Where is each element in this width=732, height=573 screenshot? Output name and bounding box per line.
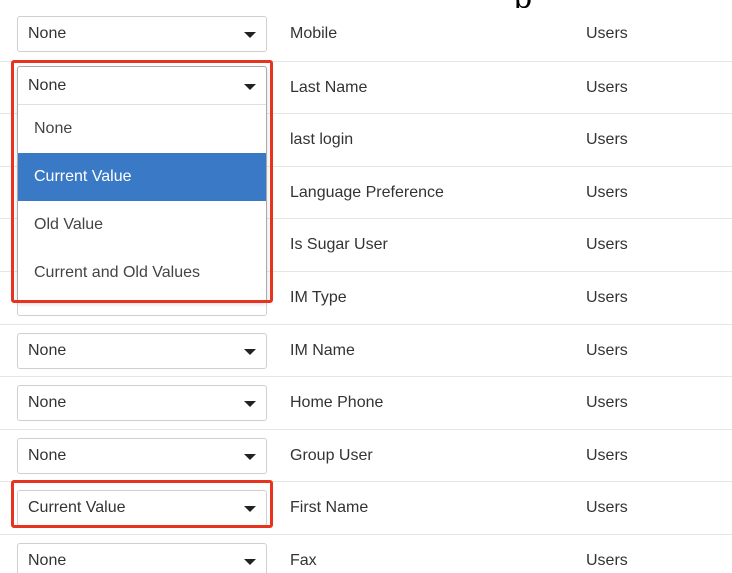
audit-select[interactable]: None [17, 437, 267, 474]
dropdown-header[interactable]: None [18, 67, 266, 105]
field-name: Group User [290, 446, 373, 464]
audit-select[interactable]: None [17, 332, 267, 369]
dropdown-option-active[interactable]: Current Value [18, 153, 266, 201]
audit-select[interactable]: None [17, 16, 267, 52]
module-name: Users [586, 551, 628, 569]
table-row: Current Value First Name Users [0, 481, 732, 534]
table-row: None Mobile Users [0, 8, 732, 61]
dropdown-selected-value: None [28, 77, 67, 94]
module-name: Users [586, 499, 628, 517]
dropdown-option[interactable]: Old Value [18, 201, 266, 249]
table-row: None Fax Users [0, 533, 732, 573]
audit-fields-table: p None Mobile Users Last Name Users last… [0, 0, 732, 573]
caret-down-icon [244, 32, 256, 38]
dropdown-option[interactable]: Current and Old Values [18, 249, 266, 297]
caret-down-icon [244, 348, 256, 355]
field-name: Is Sugar User [290, 236, 388, 254]
field-name: IM Name [290, 341, 355, 359]
field-name: IM Type [290, 288, 347, 306]
field-name: Language Preference [290, 183, 444, 201]
module-name: Users [586, 131, 628, 149]
module-name: Users [586, 288, 628, 306]
audit-select[interactable]: None [17, 385, 267, 422]
caret-down-icon [244, 84, 256, 90]
select-value: None [28, 341, 67, 359]
audit-select[interactable]: None [17, 542, 267, 573]
dropdown-option[interactable]: None [18, 105, 266, 153]
module-name: Users [586, 78, 628, 96]
caret-down-icon [244, 506, 256, 513]
select-value: None [28, 394, 67, 412]
caret-down-icon [244, 453, 256, 460]
field-name: last login [290, 131, 354, 149]
module-name: Users [586, 236, 628, 254]
select-value: None [28, 446, 67, 464]
audit-select-open[interactable]: None None Current Value Old Value Curren… [17, 66, 267, 302]
cropped-header: p [0, 0, 732, 8]
field-name: Home Phone [290, 394, 384, 412]
field-name: Mobile [290, 25, 338, 42]
table-row: None IM Name Users [0, 323, 732, 377]
module-name: Users [586, 446, 628, 464]
select-value: Current Value [28, 499, 126, 517]
field-name: Last Name [290, 78, 368, 96]
select-value: None [28, 551, 67, 569]
module-name: Users [586, 25, 628, 42]
module-name: Users [586, 183, 628, 201]
table-row: None Group User Users [0, 428, 732, 482]
audit-select[interactable]: Current Value [17, 490, 267, 527]
module-name: Users [586, 341, 628, 359]
field-name: First Name [290, 499, 369, 517]
dropdown-options: None Current Value Old Value Current and… [18, 105, 266, 297]
field-name: Fax [290, 551, 317, 569]
table-row: None Home Phone Users [0, 376, 732, 429]
caret-down-icon [244, 558, 256, 565]
cropped-header-glyph: p [513, 0, 532, 8]
select-value: None [28, 25, 67, 42]
caret-down-icon [244, 401, 256, 408]
module-name: Users [586, 394, 628, 412]
